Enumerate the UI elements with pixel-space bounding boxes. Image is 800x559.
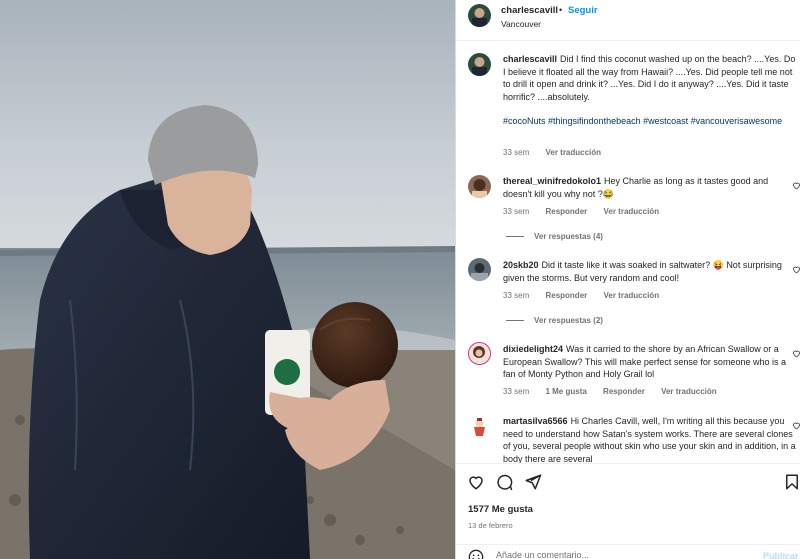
comment-age: 33 sem	[503, 291, 530, 300]
comment-icon[interactable]	[495, 473, 513, 491]
comment-meta: 33 sem 1 Me gusta Responder Ver traducci…	[503, 387, 731, 396]
view-replies-label: Ver respuestas (2)	[534, 316, 603, 325]
comment-username[interactable]: dixiedelight24	[503, 344, 563, 354]
post-image	[0, 0, 455, 559]
post-photo[interactable]	[0, 0, 455, 559]
caption-meta: 33 sem Ver traducción	[503, 148, 615, 157]
location-label[interactable]: Vancouver	[501, 19, 541, 29]
follow-button[interactable]: Seguir	[568, 5, 598, 16]
comment-avatar[interactable]	[468, 415, 491, 438]
caption-text: charlescavill Did I find this coconut was…	[503, 53, 796, 128]
like-comment-heart-icon[interactable]	[792, 265, 800, 274]
comment-username[interactable]: thereal_winifredokolo1	[503, 176, 601, 186]
comment-avatar[interactable]	[468, 258, 491, 281]
comment-avatar[interactable]	[468, 175, 491, 198]
comments-list[interactable]: charlescavill Did I find this coconut was…	[456, 41, 800, 463]
heart-icon[interactable]	[467, 473, 485, 491]
comment-meta: 33 sem Responder Ver traducción	[503, 207, 673, 216]
replies-divider	[506, 236, 524, 237]
like-comment-heart-icon[interactable]	[792, 421, 800, 430]
comment-text: thereal_winifredokolo1 Hey Charlie as lon…	[503, 175, 796, 200]
reply-link[interactable]: Responder	[545, 291, 587, 300]
avatar-image	[469, 343, 489, 363]
comment-body: Did it taste like it was soaked in saltw…	[503, 260, 782, 283]
header-username[interactable]: charlescavill	[501, 5, 558, 16]
likes-count-link[interactable]: 1 Me gusta	[545, 387, 586, 396]
comment-age: 33 sem	[503, 387, 530, 396]
caption-hashtags[interactable]: #cocoNuts #thingsifindonthebeach #westco…	[503, 115, 796, 128]
emoji-icon[interactable]	[468, 549, 484, 559]
avatar-image	[468, 53, 491, 76]
likes-count[interactable]: 1577 Me gusta	[468, 504, 533, 515]
translate-link[interactable]: Ver traducción	[661, 387, 717, 396]
avatar[interactable]	[468, 4, 491, 27]
like-comment-heart-icon[interactable]	[792, 181, 800, 190]
avatar-image	[468, 258, 491, 281]
post-side-panel: charlescavill • Seguir Vancouver charles…	[455, 0, 800, 559]
comment-text: 20skb20 Did it taste like it was soaked i…	[503, 259, 796, 284]
comment-input[interactable]	[496, 550, 736, 559]
reply-link[interactable]: Responder	[545, 207, 587, 216]
replies-divider	[506, 320, 524, 321]
avatar-image	[468, 415, 491, 438]
comment-age: 33 sem	[503, 207, 530, 216]
translate-link[interactable]: Ver traducción	[604, 207, 660, 216]
comment-avatar[interactable]	[468, 342, 491, 365]
reply-link[interactable]: Responder	[603, 387, 645, 396]
post-date: 13 de febrero	[468, 521, 513, 530]
post-header: charlescavill • Seguir Vancouver	[456, 0, 800, 41]
bookmark-icon[interactable]	[783, 473, 800, 491]
caption-translate-link[interactable]: Ver traducción	[545, 148, 601, 157]
comment-username[interactable]: 20skb20	[503, 260, 539, 270]
caption-username[interactable]: charlescavill	[503, 54, 557, 64]
view-replies-button[interactable]: Ver respuestas (2)	[506, 316, 603, 325]
view-replies-label: Ver respuestas (4)	[534, 232, 603, 241]
post-actions: 1577 Me gusta 13 de febrero Publicar	[456, 463, 800, 559]
view-replies-button[interactable]: Ver respuestas (4)	[506, 232, 603, 241]
like-comment-heart-icon[interactable]	[792, 349, 800, 358]
comment-meta: 33 sem Responder Ver traducción	[503, 291, 673, 300]
comment-username[interactable]: martasilva6566	[503, 416, 568, 426]
comment-text: martasilva6566 Hi Charles Cavill, well, I…	[503, 415, 796, 463]
comment-text: dixiedelight24 Was it carried to the shor…	[503, 343, 796, 381]
separator-dot: •	[559, 5, 563, 15]
avatar-image	[468, 4, 491, 27]
caption-age: 33 sem	[503, 148, 530, 157]
share-icon[interactable]	[524, 473, 542, 491]
add-comment-bar: Publicar	[456, 544, 800, 559]
translate-link[interactable]: Ver traducción	[604, 291, 660, 300]
caption-avatar[interactable]	[468, 53, 491, 76]
publish-button[interactable]: Publicar	[763, 551, 799, 559]
avatar-image	[468, 175, 491, 198]
